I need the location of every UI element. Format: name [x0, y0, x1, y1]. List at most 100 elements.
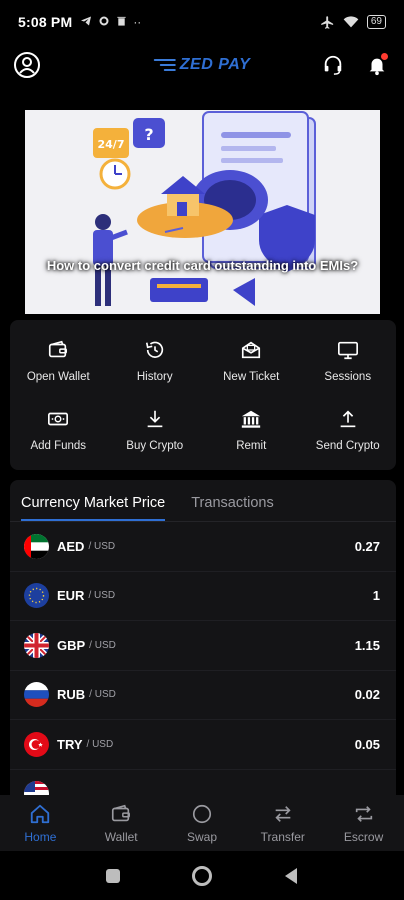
add-funds-label: Add Funds [30, 439, 87, 452]
app-logo: ZED PAY [153, 56, 251, 74]
nav-wallet-label: Wallet [104, 829, 138, 844]
remit-label: Remit [236, 439, 267, 452]
buy-crypto-button[interactable]: Buy Crypto [107, 395, 204, 464]
wallet-icon [49, 340, 68, 357]
profile-button[interactable] [12, 50, 42, 80]
currency-value: 0.05 [354, 736, 380, 752]
sessions-button[interactable]: Sessions [300, 326, 397, 395]
ticket-icon [242, 341, 261, 358]
quick-actions-grid: Open Wallet History New Ticket Sessions … [10, 320, 396, 470]
status-time: 5:08 PM [18, 14, 73, 30]
new-ticket-button[interactable]: New Ticket [203, 326, 300, 395]
banner-illustration: 24/7 ? [25, 110, 380, 314]
history-button[interactable]: History [107, 326, 204, 395]
battery-indicator: 69 [366, 15, 386, 29]
bank-icon [242, 410, 261, 428]
wifi-icon [343, 16, 359, 28]
currency-row-eur[interactable]: EUR / USD 1 [10, 572, 396, 621]
transfer-icon [275, 805, 291, 822]
nav-transfer-label: Transfer [260, 829, 305, 844]
home-icon [31, 804, 50, 823]
remit-button[interactable]: Remit [203, 395, 300, 464]
turkey-flag-icon [24, 731, 49, 757]
currency-base: / USD [89, 689, 116, 701]
currency-row-gbp[interactable]: GBP / USD 1.15 [10, 621, 396, 671]
settings-icon [99, 16, 109, 26]
logo-text: ZED PAY [179, 56, 251, 73]
bottom-navigation: Home Wallet Swap Transfer Escrow [0, 795, 404, 851]
monitor-icon [337, 341, 358, 359]
currency-base: / USD [86, 738, 114, 750]
airplane-icon [321, 15, 333, 29]
add-funds-button[interactable]: Add Funds [10, 395, 107, 464]
nav-transfer[interactable]: Transfer [242, 795, 323, 851]
cash-icon [48, 412, 69, 425]
nav-home-label: Home [24, 829, 57, 844]
status-notification-icons: ·· [80, 15, 141, 29]
notification-badge [381, 53, 388, 60]
telegram-icon [81, 16, 92, 26]
open-wallet-button[interactable]: Open Wallet [10, 326, 107, 395]
promo-banner[interactable]: 24/7 ? How to convert credit card outsta… [25, 110, 380, 314]
currency-value: 1.15 [354, 637, 380, 653]
upload-icon [340, 409, 356, 427]
tab-currency-market-price[interactable]: Currency Market Price [21, 495, 166, 521]
wallet-icon [112, 804, 131, 821]
more-icon: ·· [133, 15, 142, 29]
open-wallet-label: Open Wallet [26, 370, 90, 383]
app-header: ZED PAY [0, 44, 404, 86]
notifications-button[interactable] [362, 50, 392, 80]
nav-escrow-label: Escrow [343, 829, 384, 844]
usa-flag-icon [24, 781, 49, 795]
headset-icon [324, 55, 342, 75]
currency-row-try[interactable]: TRY / USD 0.05 [10, 720, 396, 770]
tab-transactions[interactable]: Transactions [191, 495, 273, 521]
uk-flag-icon [24, 632, 49, 658]
currency-row-rub[interactable]: RUB / USD 0.02 [10, 671, 396, 720]
currency-base: / USD [89, 639, 116, 651]
recents-icon[interactable] [105, 868, 121, 884]
currency-code: RUB [57, 687, 86, 703]
support-button[interactable] [318, 50, 348, 80]
currency-code: TRY [57, 736, 83, 752]
nav-escrow[interactable]: Escrow [323, 795, 404, 851]
banner-caption: How to convert credit card outstanding i… [46, 258, 359, 273]
user-circle-icon [14, 52, 40, 78]
uae-flag-icon [24, 533, 49, 559]
logo-speed-lines [153, 59, 176, 71]
escrow-icon [355, 805, 372, 822]
nav-swap-label: Swap [186, 829, 217, 844]
buy-crypto-label: Buy Crypto [126, 439, 184, 452]
new-ticket-label: New Ticket [223, 370, 280, 383]
circle-icon [192, 804, 212, 823]
russia-flag-icon [24, 682, 49, 708]
currency-row-partial[interactable] [10, 770, 396, 795]
history-icon [145, 341, 163, 358]
market-tabs: Currency Market Price Transactions [10, 480, 396, 522]
currency-code: AED [57, 538, 85, 554]
home-circle-icon[interactable] [191, 865, 213, 887]
svg-text:24/7: 24/7 [98, 138, 125, 151]
currency-code: GBP [57, 637, 86, 653]
nav-wallet[interactable]: Wallet [81, 795, 162, 851]
status-bar: 5:08 PM ·· 69 [0, 0, 404, 44]
system-navigation-bar [0, 851, 404, 900]
send-crypto-label: Send Crypto [315, 439, 380, 452]
trash-icon [117, 16, 126, 26]
send-crypto-button[interactable]: Send Crypto [300, 395, 397, 464]
history-label: History [136, 370, 173, 383]
currency-value: 0.02 [354, 687, 380, 703]
nav-swap[interactable]: Swap [162, 795, 243, 851]
back-triangle-icon[interactable] [283, 867, 299, 885]
currency-value: 1 [372, 588, 380, 604]
currency-base: / USD [88, 540, 116, 552]
currency-row-aed[interactable]: AED / USD 0.27 [10, 522, 396, 572]
currency-code: EUR [57, 588, 85, 604]
currency-value: 0.27 [354, 538, 380, 554]
eu-flag-icon [24, 583, 49, 609]
currency-list: AED / USD 0.27 EUR / USD 1 GBP / USD 1.1… [10, 522, 396, 795]
download-icon [147, 410, 163, 427]
nav-home[interactable]: Home [0, 795, 81, 851]
svg-text:?: ? [144, 125, 153, 144]
currency-base: / USD [88, 590, 116, 602]
